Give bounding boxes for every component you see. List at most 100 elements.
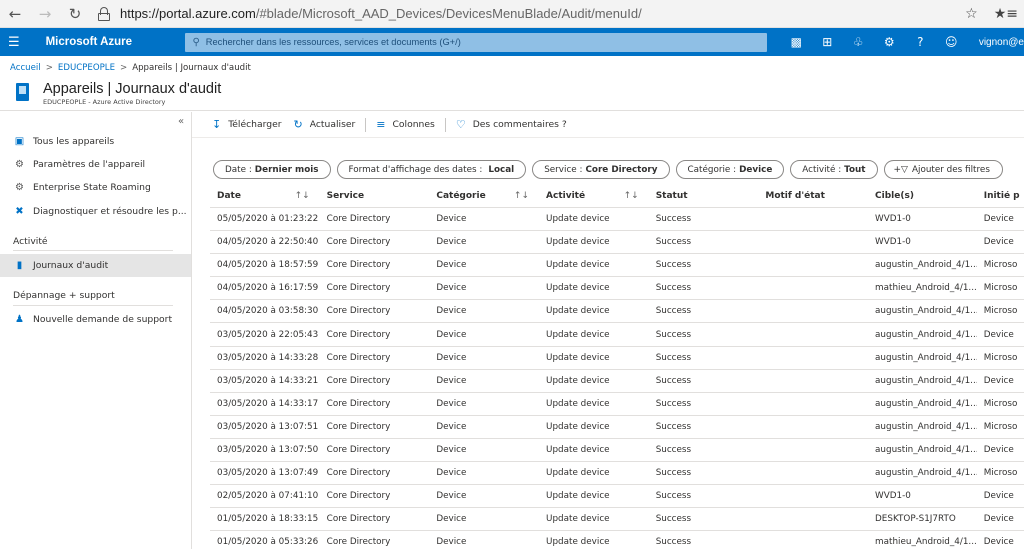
cell-date: 04/05/2020 à 03:58:30 xyxy=(217,306,319,317)
sort-icon[interactable]: ↑↓ xyxy=(624,191,639,201)
filter-date-format[interactable]: Format d'affichage des dates : Local xyxy=(336,160,527,179)
columns-icon: ≡ xyxy=(376,118,386,131)
table-row[interactable]: 04/05/2020 à 22:50:40 Core Directory Devic… xyxy=(210,230,1024,253)
lock-icon xyxy=(98,6,110,21)
table-row[interactable]: 05/05/2020 à 01:23:22 Core Directory Devic… xyxy=(210,207,1024,230)
table-row[interactable]: 01/05/2020 à 05:33:26 Core Directory Devic… xyxy=(210,530,1024,553)
table-row[interactable]: 04/05/2020 à 18:57:59 Core Directory Devic… xyxy=(210,253,1024,276)
url-host: https://portal.azure.com xyxy=(120,6,256,21)
sidebar-item-label: Enterprise State Roaming xyxy=(33,182,151,193)
table-row[interactable]: 01/05/2020 à 18:33:15 Core Directory Devic… xyxy=(210,507,1024,530)
cell-category: Device xyxy=(436,444,467,455)
sidebar-item-diagnose[interactable]: ✖ Diagnostiquer et résoudre les p... xyxy=(0,200,191,223)
download-icon: ↧ xyxy=(212,118,222,131)
forward-arrow-icon[interactable]: → xyxy=(30,0,60,28)
back-arrow-icon[interactable]: ← xyxy=(0,0,30,28)
table-row[interactable]: 03/05/2020 à 13:07:51 Core Directory Devic… xyxy=(210,414,1024,438)
cell-status: Success xyxy=(655,398,692,409)
cell-service: Core Directory xyxy=(326,375,391,386)
search-icon: ⚲ xyxy=(192,36,200,48)
filter-service[interactable]: Service : Core Directory xyxy=(532,160,670,179)
filter-category[interactable]: Catégorie : Device xyxy=(675,160,785,179)
cell-date: 04/05/2020 à 18:57:59 xyxy=(217,260,319,271)
sidebar-item-device-settings[interactable]: ⚙ Paramètres de l'appareil xyxy=(0,153,191,176)
table-row[interactable]: 03/05/2020 à 22:05:43 Core Directory Devic… xyxy=(210,322,1024,345)
notifications-bell-icon[interactable]: ♧ xyxy=(843,28,874,56)
table-row[interactable]: 02/05/2020 à 07:41:10 Core Directory Devic… xyxy=(210,484,1024,507)
cell-date: 01/05/2020 à 18:33:15 xyxy=(217,514,319,525)
cell-date: 01/05/2020 à 05:33:26 xyxy=(217,537,319,548)
sidebar-item-all-devices[interactable]: ▣ Tous les appareils xyxy=(0,130,191,153)
reload-icon[interactable]: ↻ xyxy=(60,0,90,28)
table-row[interactable]: 03/05/2020 à 14:33:28 Core Directory Devic… xyxy=(210,345,1024,369)
column-header-status[interactable]: Statut xyxy=(649,191,759,201)
settings-gear-icon[interactable]: ⚙ xyxy=(874,28,905,56)
filter-value: Device xyxy=(739,164,773,175)
hamburger-menu-icon[interactable]: ☰ xyxy=(0,35,28,50)
brand-name[interactable]: Microsoft Azure xyxy=(46,36,186,48)
cell-status: Success xyxy=(655,352,692,363)
table-row[interactable]: 03/05/2020 à 13:07:50 Core Directory Devic… xyxy=(210,437,1024,461)
column-header-date[interactable]: Date ↑↓ xyxy=(210,191,320,201)
cloud-shell-icon[interactable]: ▩ xyxy=(781,28,812,56)
add-filters-button[interactable]: +▽ Ajouter des filtres xyxy=(883,160,1003,179)
table-row[interactable]: 04/05/2020 à 16:17:59 Core Directory Devic… xyxy=(210,276,1024,299)
cell-date: 03/05/2020 à 13:07:50 xyxy=(217,444,319,455)
cell-targets: WVD1-0 xyxy=(875,214,911,225)
help-icon[interactable]: ? xyxy=(905,28,936,56)
column-header-initiated-by[interactable]: Initié p xyxy=(977,191,1024,201)
sidebar-item-audit-logs[interactable]: ▮ Journaux d'audit xyxy=(0,254,191,277)
cell-targets: mathieu_Android_4/1... xyxy=(875,537,977,548)
filter-date[interactable]: Date : Dernier mois xyxy=(213,160,331,179)
cell-initiated-by: Microso xyxy=(983,398,1018,409)
cell-activity: Update device xyxy=(546,468,610,479)
address-bar[interactable]: https://portal.azure.com/#blade/Microsof… xyxy=(90,3,965,25)
sidebar-section-activity: Activité xyxy=(13,236,48,247)
feedback-smiley-icon[interactable]: ☺ xyxy=(936,28,967,56)
filter-activity[interactable]: Activité : Tout xyxy=(790,160,878,179)
cell-service: Core Directory xyxy=(326,237,391,248)
refresh-icon: ↻ xyxy=(293,118,303,131)
sort-icon[interactable]: ↑↓ xyxy=(295,191,310,201)
column-header-status-reason[interactable]: Motif d'état xyxy=(758,191,868,201)
sort-icon[interactable]: ↑↓ xyxy=(514,191,529,201)
filter-bar: Date : Dernier mois Format d'affichage de… xyxy=(213,160,1003,179)
columns-button[interactable]: ≡ Colonnes xyxy=(376,118,435,131)
cell-activity: Update device xyxy=(546,398,610,409)
feedback-button[interactable]: ♡ Des commentaires ? xyxy=(456,118,567,131)
cell-date: 04/05/2020 à 16:17:59 xyxy=(217,283,319,294)
audit-log-table: Date ↑↓ Service Catégorie ↑↓ Activité ↑↓ St… xyxy=(210,185,1024,553)
sidebar-item-enterprise-state-roaming[interactable]: ⚙ Enterprise State Roaming xyxy=(0,176,191,199)
favorite-star-icon[interactable]: ☆ xyxy=(965,6,978,22)
table-row[interactable]: 03/05/2020 à 14:33:17 Core Directory Devic… xyxy=(210,391,1024,415)
download-label: Télécharger xyxy=(228,119,282,130)
table-row[interactable]: 04/05/2020 à 03:58:30 Core Directory Devic… xyxy=(210,299,1024,322)
collapse-sidebar-icon[interactable]: « xyxy=(178,116,184,127)
table-row[interactable]: 03/05/2020 à 14:33:21 Core Directory Devic… xyxy=(210,368,1024,392)
download-button[interactable]: ↧ Télécharger xyxy=(212,118,282,131)
directory-filter-icon[interactable]: ⊞ xyxy=(812,28,843,56)
global-search-input[interactable]: ⚲ Rechercher dans les ressources, servic… xyxy=(185,32,767,52)
breadcrumb-tenant[interactable]: EDUCPEOPLE xyxy=(58,63,115,73)
cell-category: Device xyxy=(436,352,467,363)
sidebar-item-new-support-request[interactable]: ♟ Nouvelle demande de support xyxy=(0,308,191,331)
cell-date: 03/05/2020 à 14:33:21 xyxy=(217,375,319,386)
cell-date: 03/05/2020 à 22:05:43 xyxy=(217,329,319,340)
page-subtitle: EDUCPEOPLE - Azure Active Directory xyxy=(43,98,166,106)
breadcrumb-home[interactable]: Accueil xyxy=(10,63,41,73)
column-header-category[interactable]: Catégorie ↑↓ xyxy=(429,191,539,201)
user-account[interactable]: vignon@e xyxy=(979,37,1024,48)
refresh-label: Actualiser xyxy=(309,119,356,130)
column-header-targets[interactable]: Cible(s) xyxy=(868,191,977,201)
column-header-service[interactable]: Service xyxy=(320,191,430,201)
favorites-list-icon[interactable]: ★≡ xyxy=(994,6,1018,22)
cell-activity: Update device xyxy=(546,260,610,271)
column-header-label: Service xyxy=(326,191,365,201)
cell-initiated-by: Device xyxy=(983,375,1014,386)
column-header-activity[interactable]: Activité ↑↓ xyxy=(539,191,649,201)
cell-initiated-by: Device xyxy=(983,237,1014,248)
refresh-button[interactable]: ↻ Actualiser xyxy=(294,118,356,131)
sidebar-item-label: Nouvelle demande de support xyxy=(33,314,173,325)
table-row[interactable]: 03/05/2020 à 13:07:49 Core Directory Devic… xyxy=(210,461,1024,484)
cell-initiated-by: Microso xyxy=(983,306,1018,317)
